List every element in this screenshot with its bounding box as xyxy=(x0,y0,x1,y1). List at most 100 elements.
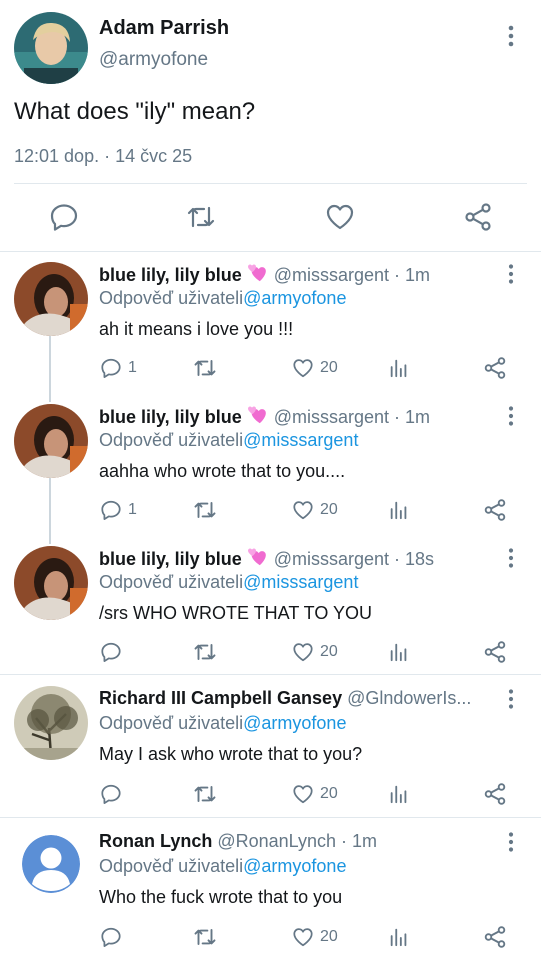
like-icon[interactable] xyxy=(325,202,355,232)
like-icon xyxy=(292,926,314,948)
avatar[interactable] xyxy=(14,262,88,336)
reply-tweet: Ronan Lynch @RonanLynch · 1m Odpověď uži… xyxy=(0,819,541,960)
stats-icon xyxy=(388,641,410,663)
author-name[interactable]: blue lily, lily blue xyxy=(99,407,242,427)
author-name[interactable]: Adam Parrish xyxy=(99,17,229,40)
reply-to-line: Odpověď uživateli@armyofone xyxy=(99,288,346,309)
retweet-icon[interactable] xyxy=(186,202,216,232)
author-handle-time[interactable]: @GlndowerIs... xyxy=(347,688,471,708)
reply-icon[interactable] xyxy=(49,202,79,232)
more-options-icon[interactable] xyxy=(500,405,522,427)
avatar[interactable] xyxy=(14,686,88,760)
reply-count: 1 xyxy=(128,359,137,376)
retweet-action[interactable] xyxy=(193,356,217,380)
share-action[interactable] xyxy=(483,498,507,522)
mention-link[interactable]: @armyofone xyxy=(243,856,346,876)
reply-icon xyxy=(100,499,122,521)
reply-icon xyxy=(100,357,122,379)
tweet-text: Who the fuck wrote that to you xyxy=(99,887,343,907)
more-options-icon[interactable] xyxy=(500,547,522,569)
like-icon xyxy=(292,641,314,663)
more-options-icon[interactable] xyxy=(500,688,522,710)
reply-to-label: Odpověď uživateli xyxy=(99,430,244,450)
stats-icon xyxy=(388,783,410,805)
share-action[interactable] xyxy=(483,640,507,664)
mention-link[interactable]: @armyofone xyxy=(243,288,346,308)
author-name[interactable]: Ronan Lynch xyxy=(99,831,212,851)
main-tweet: Adam Parrish @armyofone What does "ily" … xyxy=(0,0,541,252)
reply-to-line: Odpověď uživateli@misssargent xyxy=(99,430,358,451)
like-action[interactable]: 20 xyxy=(292,356,338,380)
tweet-text: May I ask who wrote that to you? xyxy=(99,744,363,764)
analytics-action[interactable] xyxy=(388,925,410,949)
author-handle-time[interactable]: @RonanLynch · 1m xyxy=(217,831,377,851)
analytics-action[interactable] xyxy=(388,498,410,522)
avatar[interactable] xyxy=(22,835,80,893)
tweet-timestamp: 12:01 dop. · 14 čvc 25 xyxy=(14,146,193,166)
thread-line xyxy=(49,394,51,402)
reply-icon xyxy=(100,926,122,948)
retweet-icon xyxy=(193,640,217,664)
reply-action[interactable] xyxy=(100,782,128,806)
author-handle[interactable]: @armyofone xyxy=(99,49,208,71)
author-name[interactable]: blue lily, lily blue xyxy=(99,549,242,569)
thread-line xyxy=(49,476,51,536)
stats-icon xyxy=(388,357,410,379)
retweet-action[interactable] xyxy=(193,640,217,664)
reply-action[interactable] xyxy=(100,925,128,949)
tweet-text: aahha who wrote that to you.... xyxy=(99,461,346,481)
more-options-icon[interactable] xyxy=(500,263,522,285)
reply-action[interactable]: 1 xyxy=(100,498,137,522)
analytics-action[interactable] xyxy=(388,782,410,806)
reply-action[interactable] xyxy=(100,640,128,664)
reply-tweet: blue lily, lily blue @misssargent · 1m O… xyxy=(0,394,541,536)
author-handle-time[interactable]: @misssargent · 18s xyxy=(274,549,434,569)
reply-to-line: Odpověď uživateli@armyofone xyxy=(99,713,346,734)
reply-header: blue lily, lily blue @misssargent · 18s xyxy=(99,547,489,570)
reply-count: 1 xyxy=(128,501,137,518)
reply-header: blue lily, lily blue @misssargent · 1m xyxy=(99,405,489,428)
reply-tweet: blue lily, lily blue @misssargent · 1m O… xyxy=(0,252,541,394)
reply-header: Richard III Campbell Gansey @GlndowerIs.… xyxy=(99,688,489,709)
retweet-action[interactable] xyxy=(193,498,217,522)
stats-icon xyxy=(388,499,410,521)
analytics-action[interactable] xyxy=(388,640,410,664)
author-handle-time[interactable]: @misssargent · 1m xyxy=(274,265,430,285)
like-action[interactable]: 20 xyxy=(292,640,338,664)
divider xyxy=(14,183,527,184)
share-action[interactable] xyxy=(483,925,507,949)
retweet-action[interactable] xyxy=(193,925,217,949)
retweet-icon xyxy=(193,782,217,806)
author-handle-time[interactable]: @misssargent · 1m xyxy=(274,407,430,427)
share-action[interactable] xyxy=(483,356,507,380)
like-count: 20 xyxy=(320,643,338,660)
analytics-action[interactable] xyxy=(388,356,410,380)
share-icon xyxy=(483,925,507,949)
retweet-icon xyxy=(193,925,217,949)
mention-link[interactable]: @misssargent xyxy=(243,572,358,592)
like-action[interactable]: 20 xyxy=(292,498,338,522)
avatar[interactable] xyxy=(14,404,88,478)
avatar[interactable] xyxy=(14,12,88,84)
reply-to-label: Odpověď uživateli xyxy=(99,288,244,308)
more-options-icon[interactable] xyxy=(500,831,522,853)
author-name[interactable]: Richard III Campbell Gansey xyxy=(99,688,342,708)
reply-icon xyxy=(100,783,122,805)
retweet-action[interactable] xyxy=(193,782,217,806)
like-action[interactable]: 20 xyxy=(292,782,338,806)
mention-link[interactable]: @armyofone xyxy=(243,713,346,733)
share-icon[interactable] xyxy=(463,202,493,232)
like-action[interactable]: 20 xyxy=(292,925,338,949)
reply-to-line: Odpověď uživateli@misssargent xyxy=(99,572,358,593)
reply-header: blue lily, lily blue @misssargent · 1m xyxy=(99,263,489,286)
author-name[interactable]: blue lily, lily blue xyxy=(99,265,242,285)
reply-action[interactable]: 1 xyxy=(100,356,137,380)
mention-link[interactable]: @misssargent xyxy=(243,430,358,450)
like-icon xyxy=(292,783,314,805)
more-options-icon[interactable] xyxy=(500,24,522,48)
share-action[interactable] xyxy=(483,782,507,806)
avatar[interactable] xyxy=(14,546,88,620)
reply-to-line: Odpověď uživateli@armyofone xyxy=(99,856,346,877)
reply-header: Ronan Lynch @RonanLynch · 1m xyxy=(99,831,489,852)
reply-tweet: Richard III Campbell Gansey @GlndowerIs.… xyxy=(0,676,541,818)
